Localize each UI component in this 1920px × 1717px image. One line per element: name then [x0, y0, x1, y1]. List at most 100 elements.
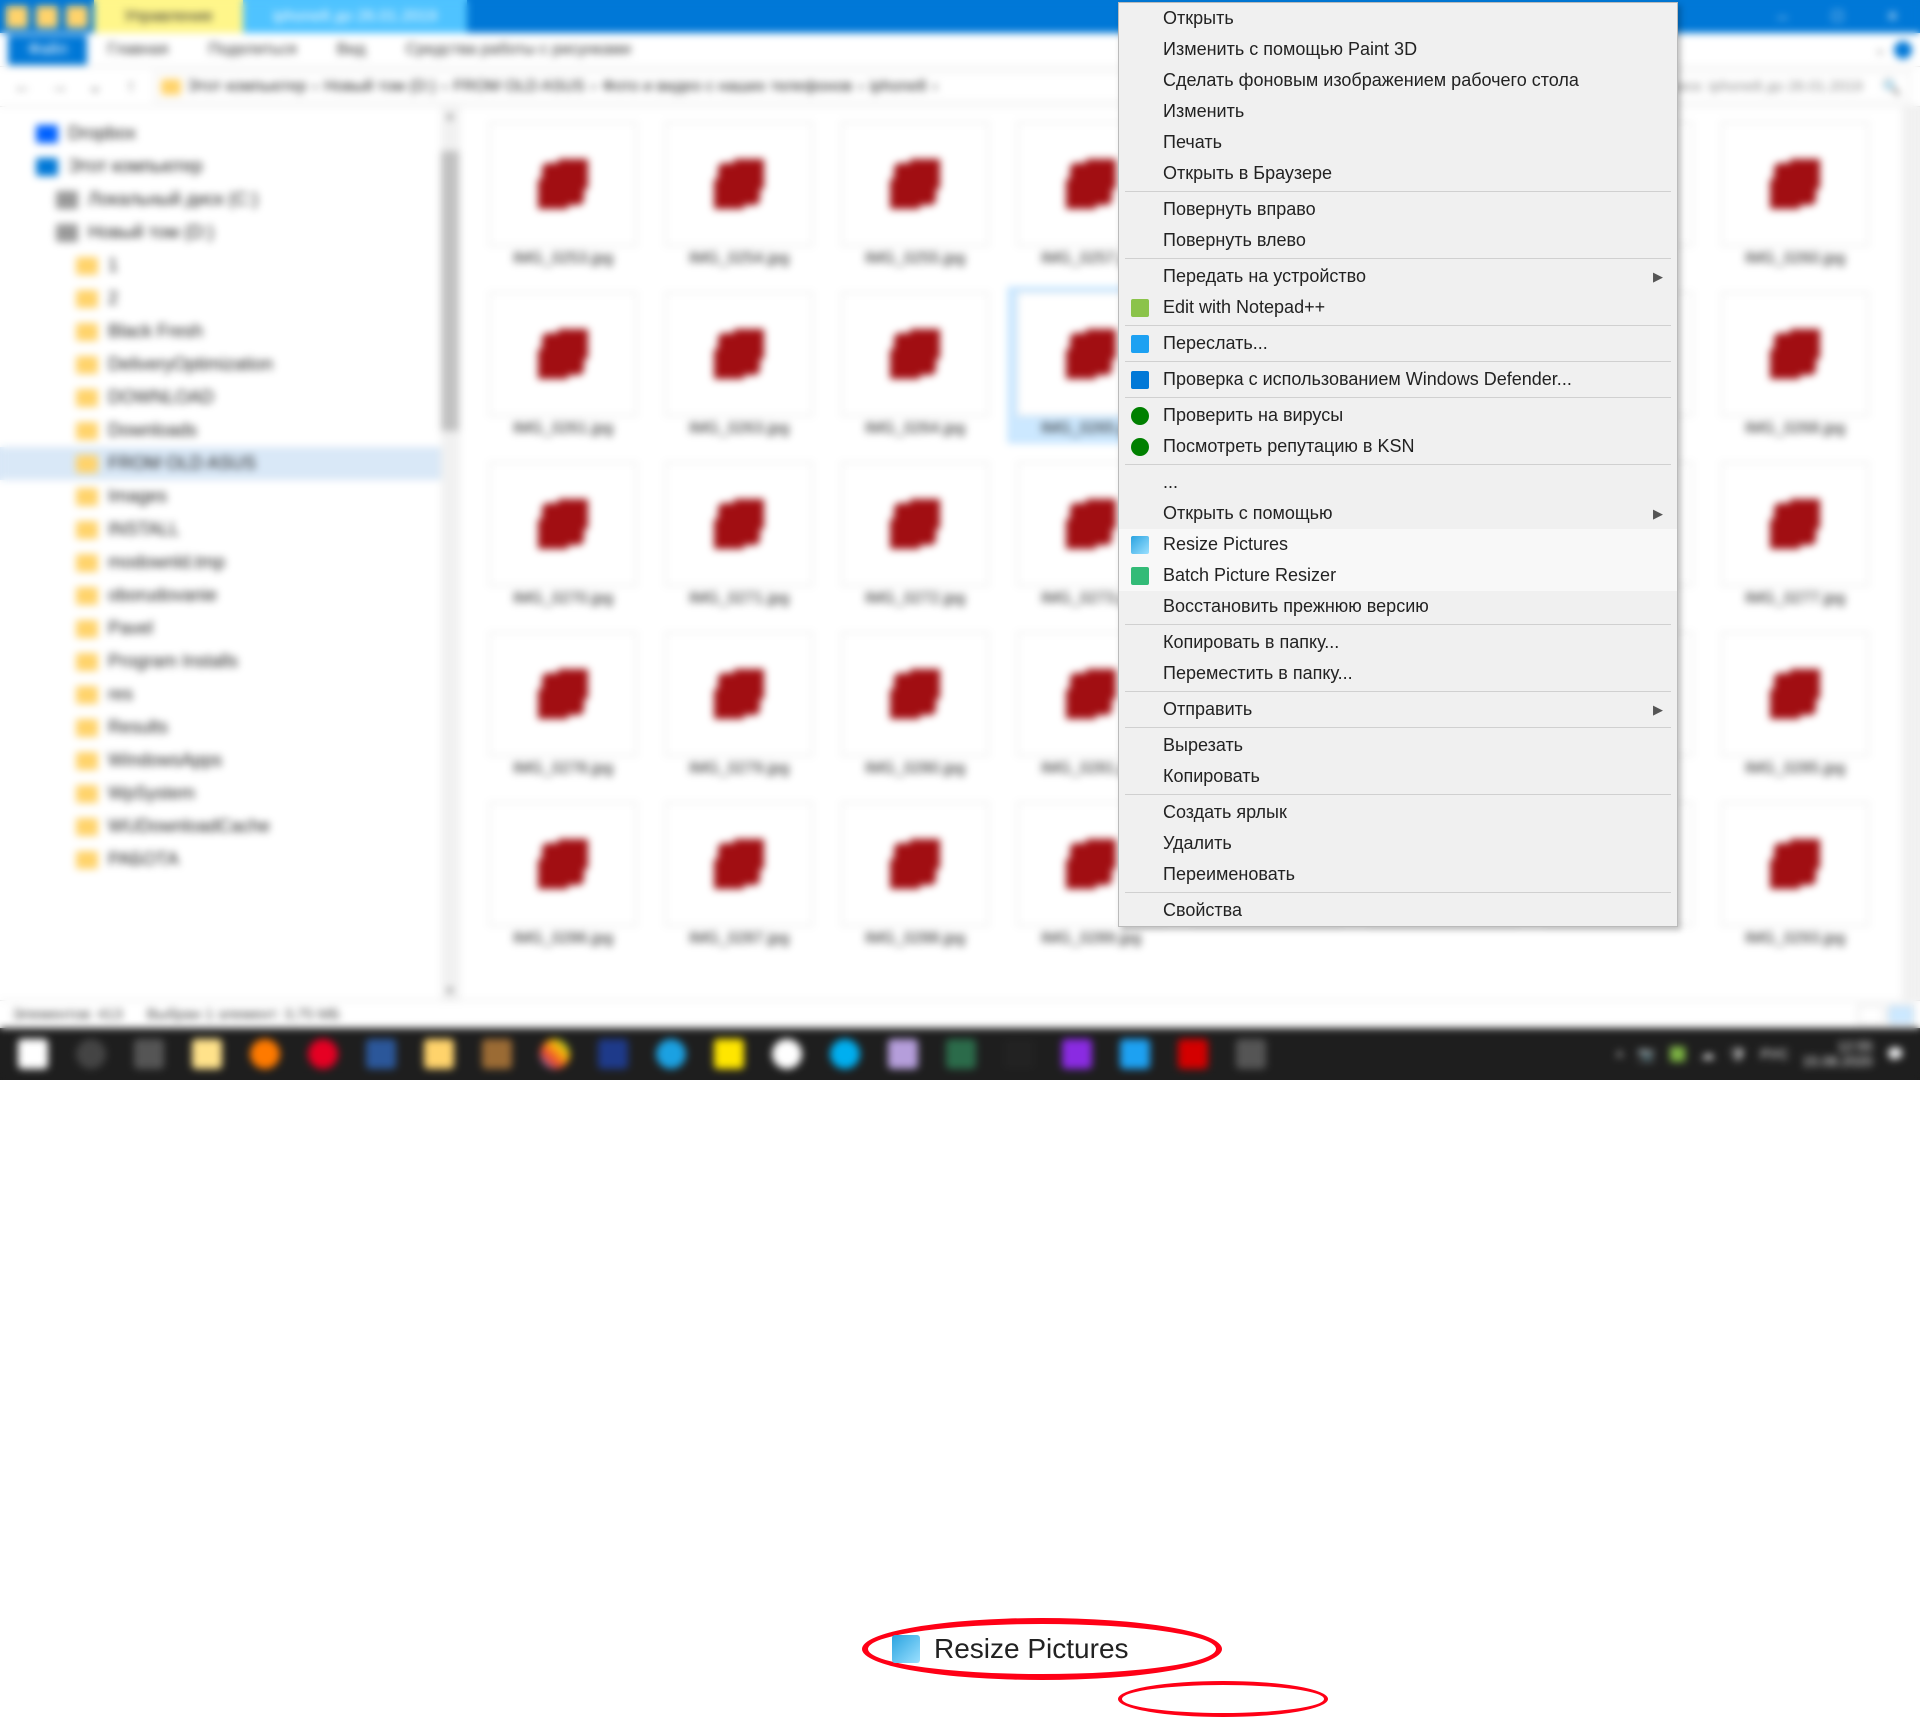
- menu-copy-to[interactable]: Копировать в папку...: [1119, 627, 1677, 658]
- menu-set-wallpaper[interactable]: Сделать фоновым изображением рабочего ст…: [1119, 65, 1677, 96]
- menu-restore-previous[interactable]: Восстановить прежнюю версию: [1119, 591, 1677, 622]
- minimize-button[interactable]: ─: [1755, 0, 1810, 33]
- file-item[interactable]: IMG_0264.jpg: [832, 287, 998, 443]
- sidebar-item[interactable]: Images: [0, 480, 459, 513]
- tray-icon[interactable]: ☁: [1701, 1046, 1715, 1063]
- file-item[interactable]: IMG_0260.jpg: [1712, 117, 1878, 273]
- sidebar-item[interactable]: WUDownloadCache: [0, 810, 459, 843]
- ribbon-tab-picture-tools[interactable]: Средства работы с рисунками: [386, 35, 651, 65]
- sidebar-item[interactable]: Dropbox: [0, 117, 459, 150]
- file-item[interactable]: IMG_0287.jpg: [656, 797, 822, 953]
- taskbar-app[interactable]: [934, 1032, 988, 1076]
- file-item[interactable]: IMG_0272.jpg: [832, 457, 998, 613]
- menu-edit-paint3d[interactable]: Изменить с помощью Paint 3D: [1119, 34, 1677, 65]
- sidebar-item[interactable]: 1: [0, 249, 459, 282]
- breadcrumb-seg[interactable]: FROM OLD ASUS: [453, 78, 585, 96]
- menu-copy[interactable]: Копировать: [1119, 761, 1677, 792]
- menu-open[interactable]: Открыть: [1119, 3, 1677, 34]
- sidebar-item[interactable]: 2: [0, 282, 459, 315]
- file-item[interactable]: IMG_0293.jpg: [1712, 797, 1878, 953]
- start-button[interactable]: [6, 1032, 60, 1076]
- file-item[interactable]: IMG_0271.jpg: [656, 457, 822, 613]
- file-item[interactable]: IMG_0268.jpg: [1712, 287, 1878, 443]
- sidebar-item[interactable]: РАБОТА: [0, 843, 459, 876]
- nav-up-button[interactable]: ↑: [118, 74, 144, 100]
- menu-scan-virus[interactable]: Проверить на вирусы: [1119, 400, 1677, 431]
- sidebar-item[interactable]: FROM OLD ASUS: [0, 447, 459, 480]
- tray-chevron-icon[interactable]: ˄: [1616, 1046, 1624, 1062]
- view-thumbnails-button[interactable]: [1888, 1005, 1914, 1025]
- file-item[interactable]: IMG_0277.jpg: [1712, 457, 1878, 613]
- menu-send-to[interactable]: Отправить▶: [1119, 694, 1677, 725]
- sidebar-item[interactable]: Program Installs: [0, 645, 459, 678]
- file-item[interactable]: IMG_0261.jpg: [480, 287, 646, 443]
- menu-resize-pictures[interactable]: Resize Pictures: [1119, 529, 1677, 560]
- sidebar-item[interactable]: modownld.tmp: [0, 546, 459, 579]
- file-item[interactable]: IMG_0279.jpg: [656, 627, 822, 783]
- menu-cut[interactable]: Вырезать: [1119, 730, 1677, 761]
- menu-rename[interactable]: Переименовать: [1119, 859, 1677, 890]
- sidebar-item[interactable]: Results: [0, 711, 459, 744]
- taskbar-app[interactable]: [296, 1032, 350, 1076]
- sidebar-item[interactable]: WindowsApps: [0, 744, 459, 777]
- taskbar-search-button[interactable]: [64, 1032, 118, 1076]
- file-item[interactable]: IMG_0285.jpg: [1712, 627, 1878, 783]
- taskbar-app[interactable]: [644, 1032, 698, 1076]
- menu-delete[interactable]: Удалить: [1119, 828, 1677, 859]
- taskbar-app[interactable]: [354, 1032, 408, 1076]
- file-item[interactable]: IMG_0278.jpg: [480, 627, 646, 783]
- tray-notifications-icon[interactable]: 💬: [1887, 1046, 1904, 1063]
- sidebar-item[interactable]: Локальный диск (C:): [0, 183, 459, 216]
- menu-more[interactable]: ...: [1119, 467, 1677, 498]
- menu-batch-picture-resizer[interactable]: Batch Picture Resizer: [1119, 560, 1677, 591]
- tray-icon[interactable]: 🟩: [1669, 1046, 1686, 1063]
- breadcrumb-seg[interactable]: Новый том (D:): [324, 78, 436, 96]
- sidebar-item[interactable]: Новый том (D:): [0, 216, 459, 249]
- menu-open-with[interactable]: Открыть с помощью▶: [1119, 498, 1677, 529]
- menu-scan-defender[interactable]: Проверка с использованием Windows Defend…: [1119, 364, 1677, 395]
- sidebar-item[interactable]: Black Fresh: [0, 315, 459, 348]
- ribbon-tab-file[interactable]: Файл: [8, 35, 87, 65]
- tray-lang[interactable]: РУС: [1760, 1046, 1788, 1062]
- file-item[interactable]: IMG_0286.jpg: [480, 797, 646, 953]
- menu-create-shortcut[interactable]: Создать ярлык: [1119, 797, 1677, 828]
- file-item[interactable]: IMG_0255.jpg: [832, 117, 998, 273]
- taskbar-app[interactable]: [238, 1032, 292, 1076]
- menu-move-to[interactable]: Переместить в папку...: [1119, 658, 1677, 689]
- taskbar-app[interactable]: [412, 1032, 466, 1076]
- menu-open-browser[interactable]: Открыть в Браузере: [1119, 158, 1677, 189]
- sidebar-item[interactable]: Этот компьютер: [0, 150, 459, 183]
- sidebar-item[interactable]: oborudovanie: [0, 579, 459, 612]
- file-item[interactable]: IMG_0253.jpg: [480, 117, 646, 273]
- menu-edit[interactable]: Изменить: [1119, 96, 1677, 127]
- search-input[interactable]: Поиск: iphone8 до 26.01.2019 🔍: [1650, 72, 1910, 102]
- tray-icon[interactable]: 📷: [1638, 1046, 1655, 1063]
- tray-clock[interactable]: 12:5515.08.2020: [1802, 1039, 1872, 1070]
- nav-back-button[interactable]: ←: [10, 74, 36, 100]
- system-tray[interactable]: ˄ 📷 🟩 ☁ 🛡 РУС 12:5515.08.2020 💬: [1616, 1039, 1914, 1070]
- taskbar-app[interactable]: [1166, 1032, 1220, 1076]
- sidebar-item[interactable]: res: [0, 678, 459, 711]
- file-item[interactable]: IMG_0270.jpg: [480, 457, 646, 613]
- sidebar-item[interactable]: DeliveryOptimization: [0, 348, 459, 381]
- file-item[interactable]: IMG_0254.jpg: [656, 117, 822, 273]
- taskbar-app[interactable]: [876, 1032, 930, 1076]
- breadcrumb-seg[interactable]: Этот компьютер: [187, 78, 307, 96]
- sidebar-item[interactable]: DOWNLOAD: [0, 381, 459, 414]
- maximize-button[interactable]: ☐: [1810, 0, 1865, 33]
- ribbon-tab-home[interactable]: Главная: [87, 35, 188, 65]
- menu-print[interactable]: Печать: [1119, 127, 1677, 158]
- ribbon-expand-icon[interactable]: ⌄: [1874, 41, 1886, 58]
- taskbar-app[interactable]: [818, 1032, 872, 1076]
- menu-edit-notepadpp[interactable]: Edit with Notepad++: [1119, 292, 1677, 323]
- file-scrollbar[interactable]: [1902, 107, 1920, 1000]
- taskbar-app[interactable]: [1224, 1032, 1278, 1076]
- ribbon-tab-share[interactable]: Поделиться: [188, 35, 316, 65]
- task-view-button[interactable]: [122, 1032, 176, 1076]
- ribbon-tab-view[interactable]: Вид: [317, 35, 386, 65]
- taskbar-app[interactable]: [992, 1032, 1046, 1076]
- nav-forward-button[interactable]: →: [46, 74, 72, 100]
- sidebar-scrollbar[interactable]: ▲▼: [441, 107, 459, 1000]
- taskbar-app[interactable]: [470, 1032, 524, 1076]
- menu-check-reputation[interactable]: Посмотреть репутацию в KSN: [1119, 431, 1677, 462]
